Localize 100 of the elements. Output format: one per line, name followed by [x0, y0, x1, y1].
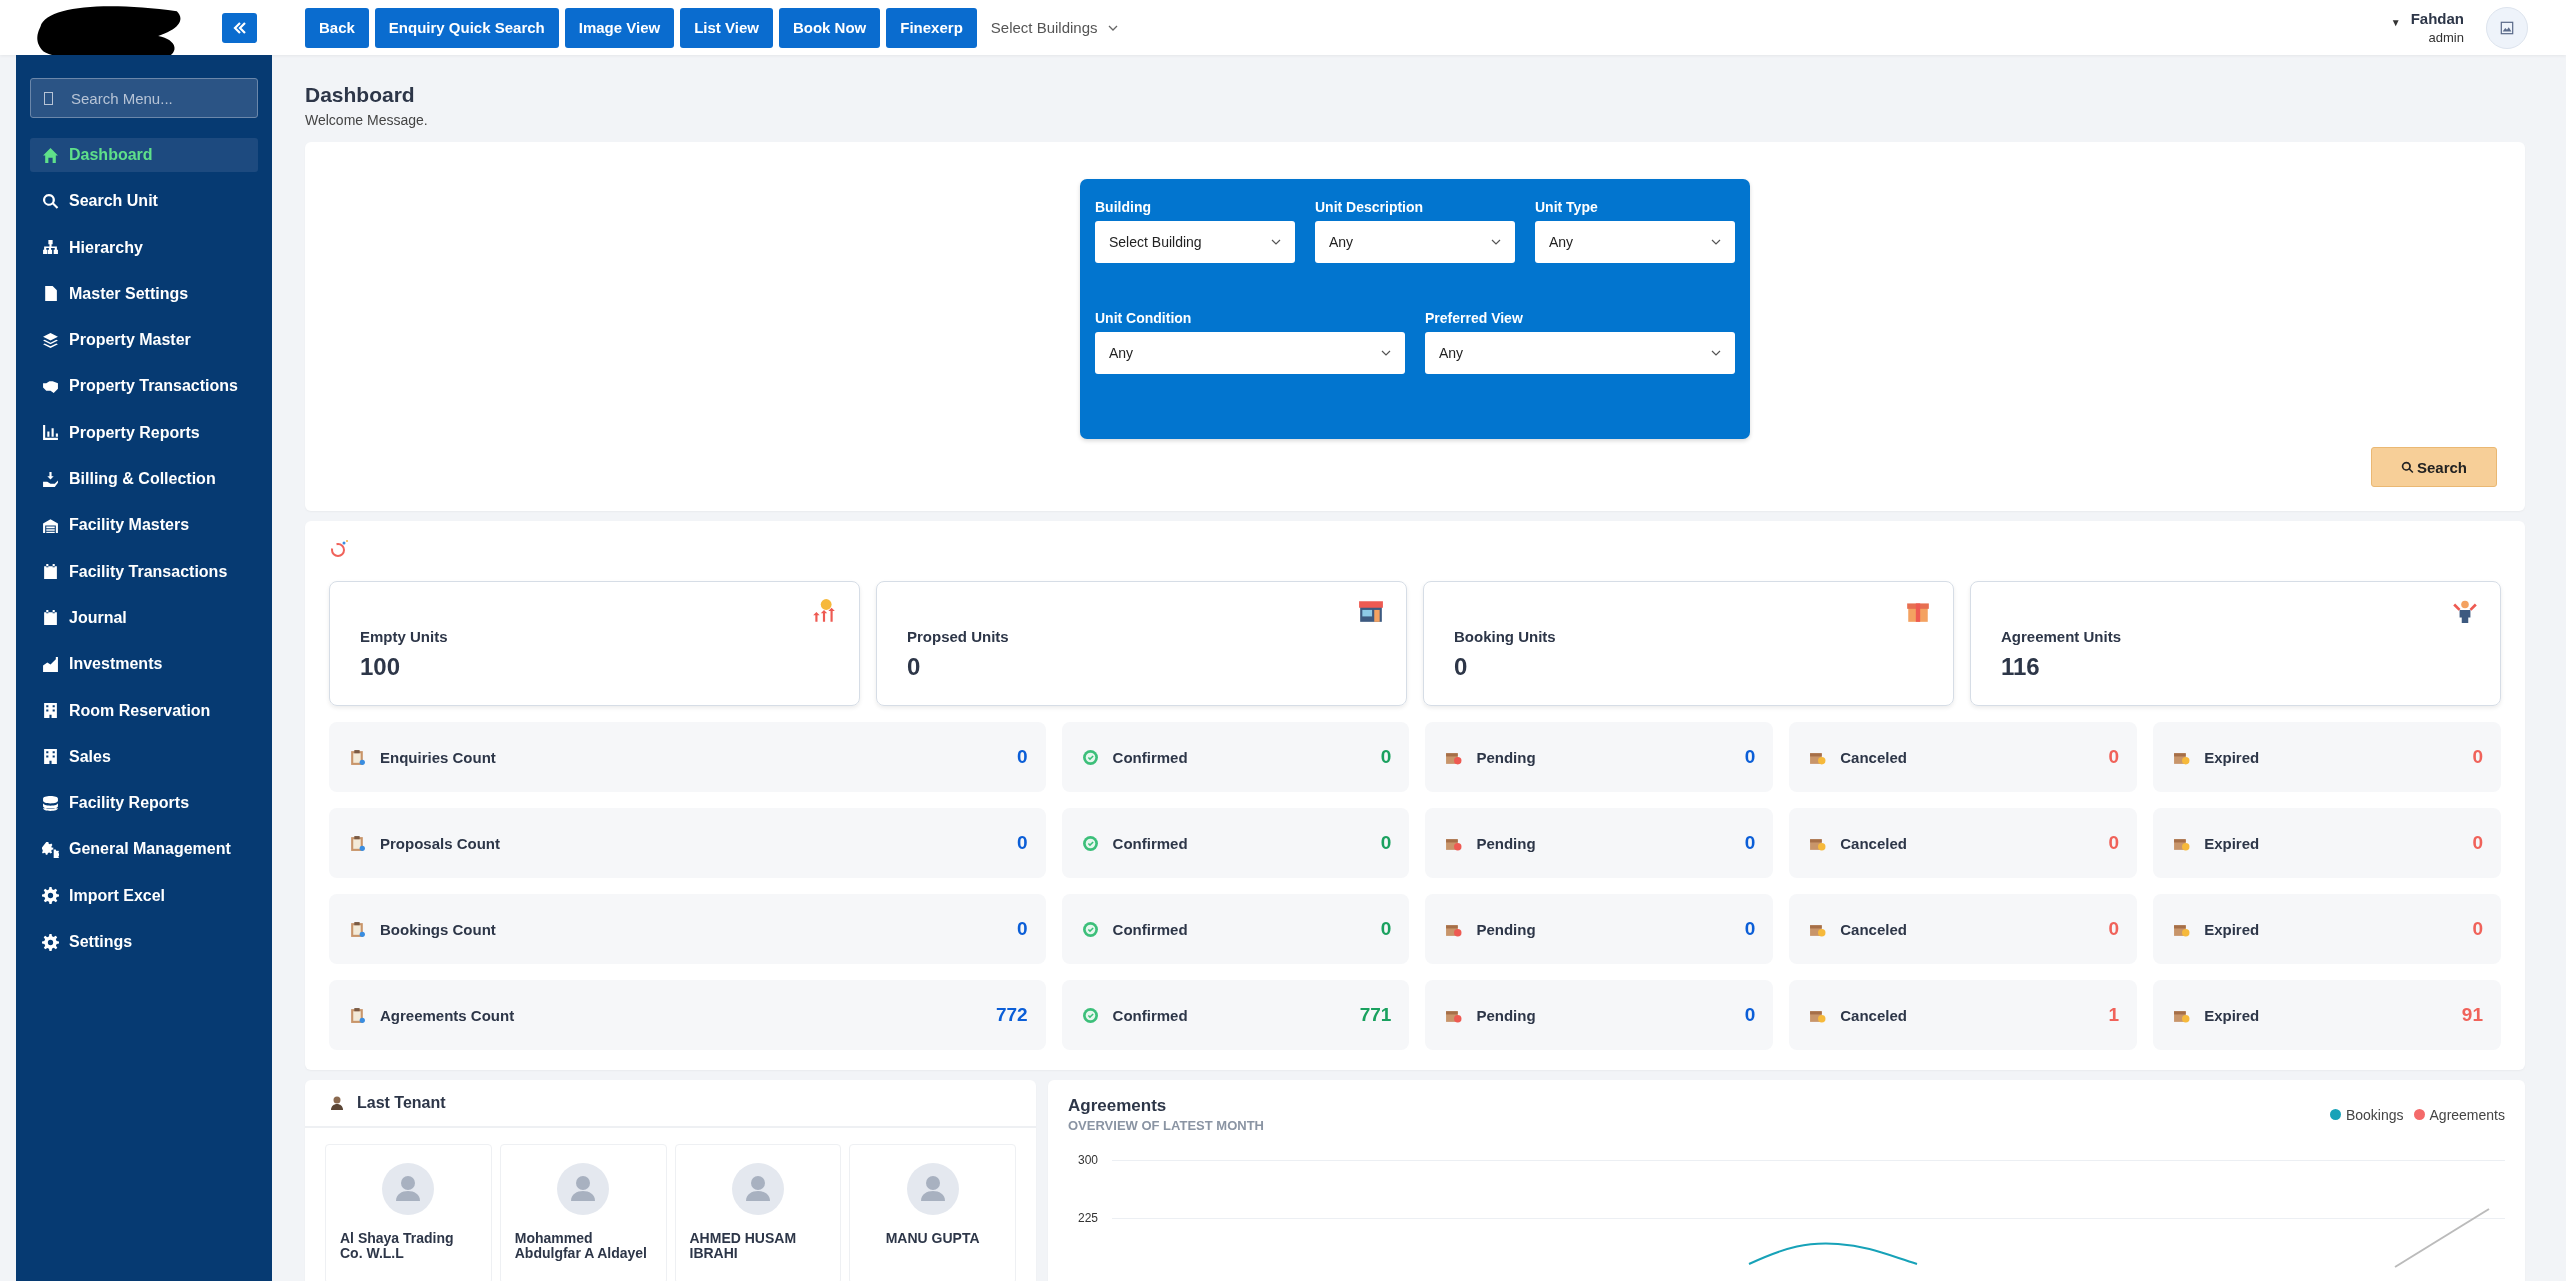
search-glyph-icon [44, 92, 53, 105]
sidebar-item[interactable]: Settings [30, 925, 258, 960]
check-circle-icon [1081, 920, 1099, 938]
tenant-card[interactable]: MANU GUPTA [849, 1144, 1016, 1281]
check-circle-icon [1081, 1006, 1099, 1024]
check-circle-icon [1081, 834, 1099, 852]
tile-label: Expired [2204, 1006, 2261, 1024]
sitemap-icon [42, 239, 59, 257]
person-icon [329, 1095, 345, 1111]
rising-chart-icon [42, 655, 59, 673]
unit-label: Propsed Units [907, 628, 1009, 645]
toolbar-button[interactable]: List View [680, 7, 773, 48]
clipboard-icon [349, 920, 366, 938]
avatar-icon [557, 1163, 610, 1215]
sidebar-item[interactable]: Facility Reports [30, 786, 258, 821]
tile-label: Enquiries Count [380, 748, 497, 766]
sidebar-item[interactable]: Property Master [30, 323, 258, 358]
tile-count: 0 [2472, 746, 2483, 768]
sidebar-item[interactable]: Journal [30, 600, 258, 635]
avatar-icon [906, 1163, 959, 1215]
tile-label: Expired [2204, 834, 2261, 852]
user-role: admin [2428, 30, 2464, 45]
tile-count: 0 [1380, 832, 1392, 854]
unit-count: 116 [2001, 653, 2041, 681]
field-label: Unit Condition [1095, 310, 1193, 326]
tile-label: Canceled [1840, 748, 1908, 766]
tenant-card[interactable]: Mohammed Abdulgfar A Aldayel [499, 1144, 667, 1281]
axis-label: 300 [1076, 1153, 1098, 1167]
tile-count: 0 [1744, 832, 1756, 854]
select-field[interactable]: Any [1315, 221, 1515, 263]
search-field[interactable]: Search Menu... [30, 78, 258, 118]
building-icon [42, 702, 59, 720]
tile-label: Canceled [1840, 1006, 1908, 1024]
sidebar-item[interactable]: Property Transactions [30, 369, 258, 404]
tile-label: Pending [1476, 748, 1537, 766]
toolbar-button[interactable]: Image View [564, 7, 675, 48]
home-icon [42, 146, 59, 164]
toolbar-button[interactable]: Enquiry Quick Search [374, 7, 559, 48]
tile-count: 771 [1359, 1004, 1392, 1026]
sidebar-item[interactable]: General Management [30, 832, 258, 867]
double-chevron-icon [231, 19, 248, 36]
sidebar-item[interactable]: Billing & Collection [30, 462, 258, 497]
sidebar-item[interactable]: Hierarchy [30, 230, 258, 265]
layers-icon [42, 331, 59, 349]
select-field[interactable]: Select Building [1095, 221, 1295, 263]
tile-label: Pending [1476, 1006, 1537, 1024]
select-field[interactable]: Any [1535, 221, 1735, 263]
card-title: Agreements [1068, 1096, 1168, 1116]
tenant-card[interactable]: AHMED HUSAM IBRAHI [674, 1144, 842, 1281]
refresh-icon [329, 539, 349, 559]
chevron-down-icon [1381, 350, 1391, 356]
clipboard-icon [349, 1006, 366, 1024]
toolbar-button[interactable]: Book Now [778, 7, 881, 48]
unit-count: 100 [360, 653, 402, 681]
axis-label: 225 [1076, 1211, 1098, 1225]
sidebar-item[interactable]: Import Excel [30, 878, 258, 913]
database-icon [42, 794, 59, 812]
toolbar-button[interactable]: Back [305, 7, 369, 48]
sidebar-item[interactable]: Property Reports [30, 415, 258, 450]
check-circle-icon [1081, 748, 1099, 766]
tile-label: Agreements Count [380, 1006, 516, 1024]
select-field[interactable]: Any [1095, 332, 1405, 374]
avatar[interactable] [2486, 6, 2528, 49]
chevron-down-icon [1491, 239, 1501, 245]
unit-count: 0 [1454, 653, 1469, 681]
unit-label: Empty Units [360, 628, 448, 645]
select-field[interactable]: Any [1425, 332, 1735, 374]
tenant-name: Mohammed Abdulgfar A Aldayel [513, 1231, 648, 1262]
tenant-name: AHMED HUSAM IBRAHI [688, 1231, 798, 1262]
unit-count: 0 [907, 653, 922, 681]
unit-label: Agreement Units [2001, 628, 2122, 645]
toolbar-button[interactable]: Finexerp [886, 7, 977, 48]
tenant-card[interactable]: Al Shaya Trading Co. W.L.L [325, 1144, 492, 1281]
tile-count: 0 [1744, 746, 1756, 768]
sidebar-item[interactable]: Facility Masters [30, 508, 258, 543]
collapse-button[interactable] [222, 12, 257, 43]
sidebar-item[interactable]: Sales [30, 739, 258, 774]
bar-chart-icon [42, 424, 59, 442]
chevron-down-icon [1711, 239, 1721, 245]
chevron-down-icon [1711, 350, 1721, 356]
chevron-down-icon [1107, 24, 1118, 31]
tile-count: 0 [2108, 832, 2120, 854]
tile-count: 0 [1380, 746, 1392, 768]
field-label: Unit Type [1535, 199, 1599, 215]
sidebar-item[interactable]: Search Unit [30, 184, 258, 219]
building-dropdown[interactable]: Select Buildings [990, 19, 1118, 36]
tile-label: Pending [1476, 920, 1537, 938]
card-title: Last Tenant [357, 1094, 446, 1112]
gear-icon [42, 887, 59, 905]
search-icon [42, 192, 59, 210]
sidebar-item[interactable]: Master Settings [30, 276, 258, 311]
sidebar-item[interactable]: Facility Transactions [30, 554, 258, 589]
sidebar-item[interactable]: Investments [30, 647, 258, 682]
sidebar-item[interactable]: Room Reservation [30, 693, 258, 728]
tile-count: 91 [2461, 1004, 2483, 1026]
sidebar-item[interactable]: Dashboard [30, 138, 258, 172]
clipboard-icon [349, 834, 366, 852]
caret-icon[interactable]: ▼ [2390, 17, 2401, 28]
image-icon [2500, 20, 2514, 35]
search-button[interactable]: Search [2371, 447, 2497, 487]
